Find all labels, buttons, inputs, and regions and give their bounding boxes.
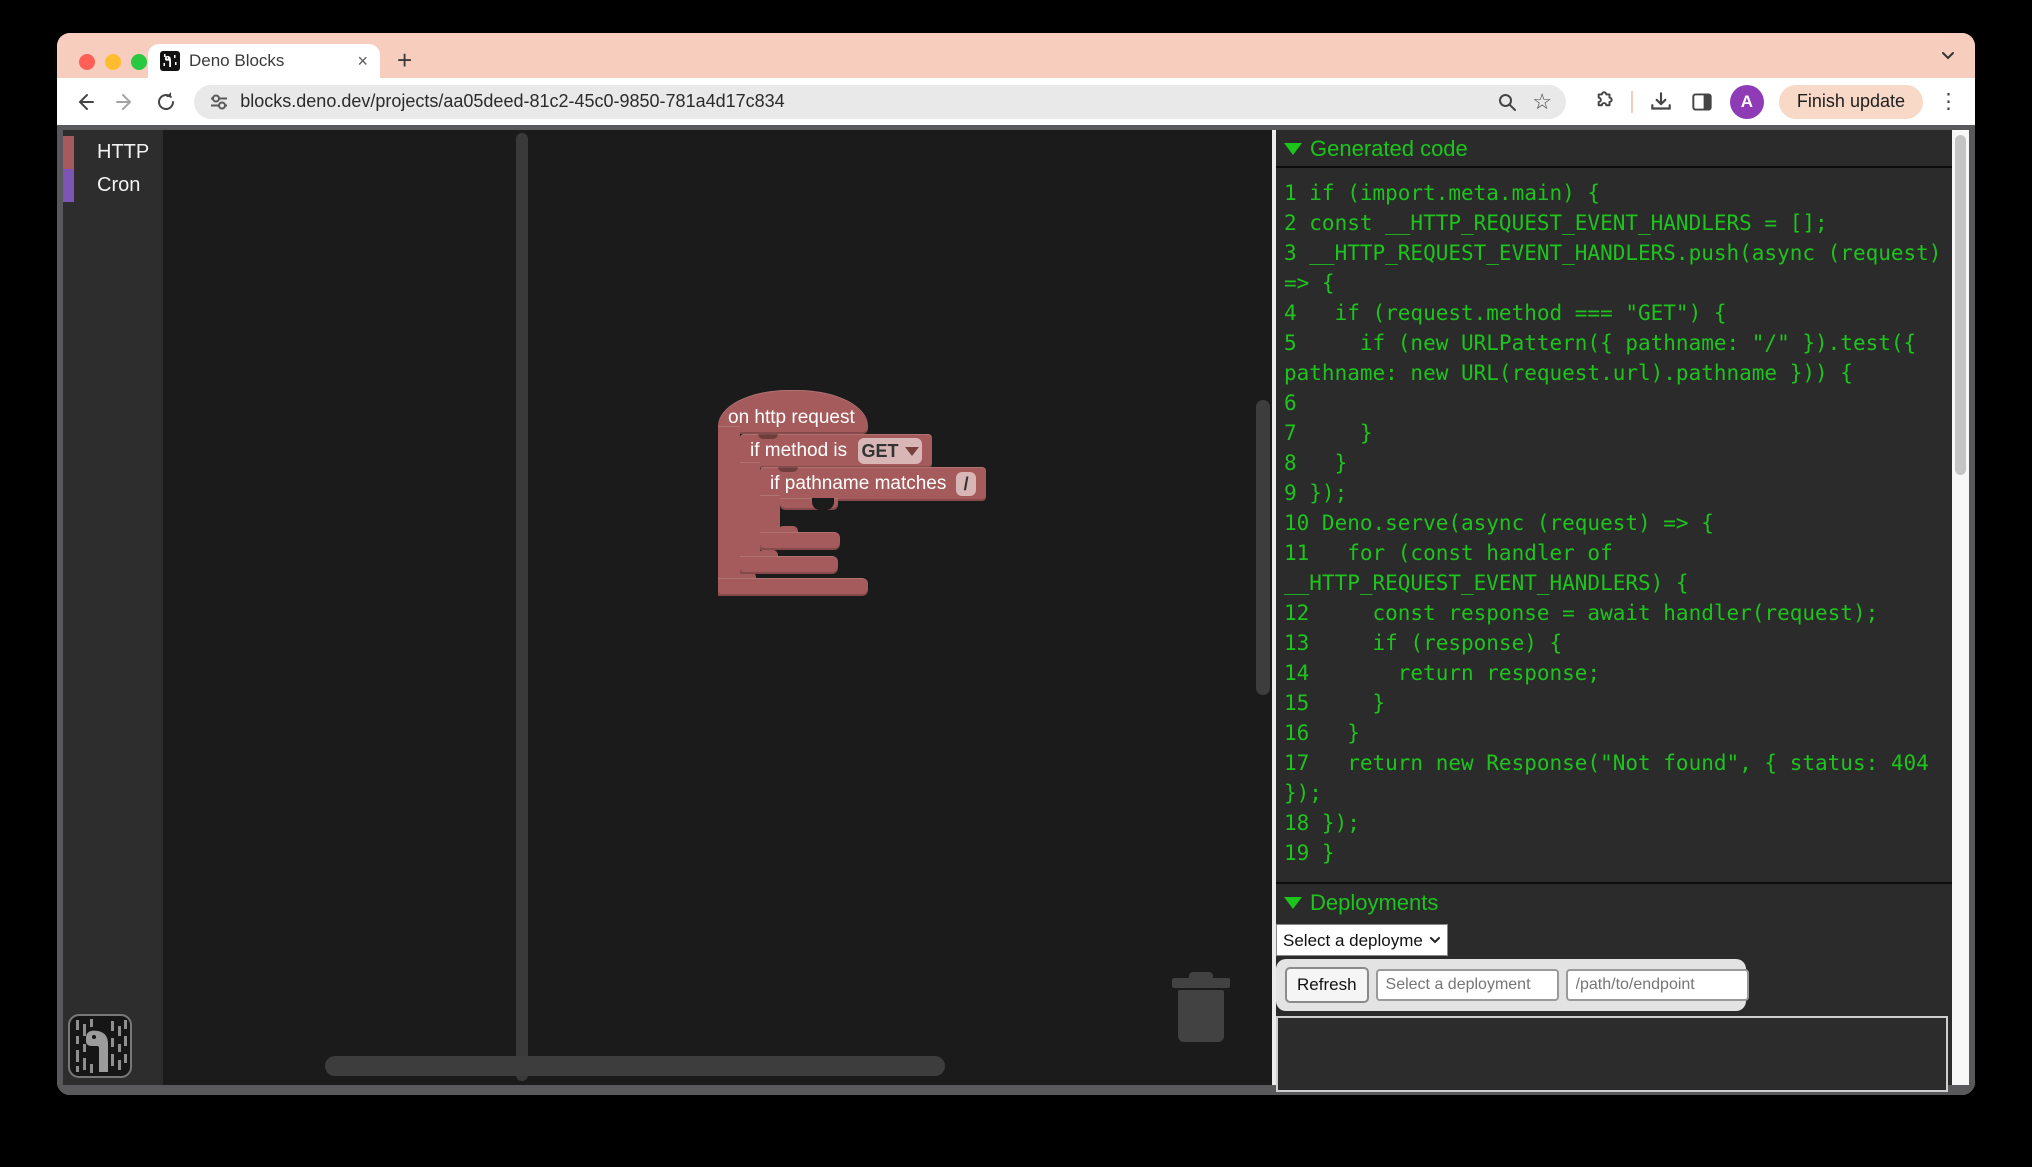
url-text[interactable]: blocks.deno.dev/projects/aa05deed-81c2-4… (240, 91, 1486, 112)
block-on-http-request-label: on http request (728, 407, 855, 429)
block-if-method-label: if method is (750, 440, 847, 462)
deployment-preview-frame (1276, 1016, 1948, 1092)
tab-close-icon[interactable]: × (357, 52, 368, 70)
block-if-pathname-label: if pathname matches (770, 473, 946, 495)
deployment-controls: Refresh (1276, 959, 1746, 1011)
titlebar: Deno Blocks × + (57, 33, 1975, 78)
tab-title: Deno Blocks (189, 51, 348, 71)
cron-category-label: Cron (97, 174, 140, 197)
blockly-workspace[interactable]: on http request if method is GET (163, 130, 1272, 1085)
deployments-title: Deployments (1310, 890, 1438, 916)
blockly-toolbox: HTTP Cron (63, 130, 163, 1085)
deployment-select-wrap: Select a deployment (1276, 924, 1448, 956)
block-if-method-arm[interactable] (740, 556, 838, 574)
http-category-swatch (63, 136, 74, 169)
code-header-divider (1276, 166, 1952, 168)
collapse-triangle-icon (1284, 143, 1302, 155)
browser-window: Deno Blocks × + (57, 33, 1975, 1095)
dropdown-arrow-icon (905, 447, 919, 456)
generated-code-title: Generated code (1310, 136, 1468, 162)
zoom-window-button[interactable] (131, 54, 147, 70)
endpoint-path-input[interactable] (1566, 969, 1749, 1001)
zoom-search-icon[interactable] (1496, 91, 1518, 113)
workspace-horizontal-scrollbar[interactable] (325, 1056, 945, 1076)
new-tab-button[interactable]: + (397, 45, 412, 75)
cron-category-swatch (63, 169, 74, 202)
url-bar[interactable]: blocks.deno.dev/projects/aa05deed-81c2-4… (194, 85, 1566, 119)
panel-scrollbar-thumb[interactable] (1955, 135, 1966, 475)
refresh-button[interactable]: Refresh (1285, 967, 1369, 1003)
block-statement-notch (812, 498, 834, 510)
finish-update-button[interactable]: Finish update (1779, 85, 1923, 119)
workspace-vertical-scrollbar[interactable] (1256, 400, 1270, 695)
titlebar-chevron-down-icon[interactable] (1939, 46, 1957, 64)
panel-scrollbar-track[interactable] (1952, 130, 1969, 1085)
favicon-deno-icon (160, 51, 180, 71)
deployments-header[interactable]: Deployments (1276, 884, 1952, 920)
block-if-pathname-arm[interactable] (760, 532, 840, 550)
generated-code: 1 if (import.meta.main) { 2 const __HTTP… (1284, 178, 1952, 868)
site-settings-tune-icon[interactable] (208, 91, 230, 113)
toolbar-actions: A Finish update ⋮ (1590, 85, 1959, 119)
block-on-http-request[interactable]: on http request (718, 390, 868, 434)
screen: Deno Blocks × + (0, 0, 2032, 1167)
deno-logo[interactable] (68, 1014, 132, 1078)
minimize-window-button[interactable] (105, 54, 121, 70)
extensions-puzzle-icon[interactable] (1590, 89, 1616, 115)
browser-menu-kebab-icon[interactable]: ⋮ (1938, 89, 1959, 114)
downloads-icon[interactable] (1648, 89, 1674, 115)
page-frame: HTTP Cron on http request (57, 125, 1975, 1095)
browser-toolbar: blocks.deno.dev/projects/aa05deed-81c2-4… (57, 78, 1975, 125)
right-panel: Generated code 1 if (import.meta.main) {… (1276, 130, 1952, 1085)
tab-deno-blocks[interactable]: Deno Blocks × (148, 44, 380, 78)
deployment-input[interactable] (1376, 969, 1559, 1001)
deployment-select[interactable]: Select a deployment (1276, 924, 1448, 956)
close-window-button[interactable] (79, 54, 95, 70)
collapse-triangle-icon (1284, 897, 1302, 909)
block-if-pathname[interactable]: if pathname matches / (760, 467, 986, 501)
toolbar-separator (1631, 91, 1633, 113)
reload-icon[interactable] (154, 90, 180, 114)
side-panel-icon[interactable] (1689, 89, 1715, 115)
bookmark-star-icon[interactable]: ☆ (1532, 91, 1552, 113)
generated-code-header[interactable]: Generated code (1276, 130, 1952, 166)
block-if-method[interactable]: if method is GET (740, 434, 932, 468)
method-dropdown[interactable]: GET (858, 438, 922, 464)
toolbox-category-cron[interactable]: Cron (63, 169, 163, 202)
method-dropdown-value: GET (861, 441, 898, 462)
deno-blocks-app: HTTP Cron on http request (63, 130, 1969, 1085)
trash-icon[interactable] (1172, 972, 1230, 1044)
toolbox-category-http[interactable]: HTTP (63, 136, 163, 169)
flyout-scrollbar[interactable] (516, 133, 528, 1081)
block-on-http-request-spine[interactable] (718, 426, 740, 596)
back-icon[interactable] (73, 90, 99, 114)
profile-avatar[interactable]: A (1730, 85, 1764, 119)
http-category-label: HTTP (97, 141, 149, 164)
pathname-field[interactable]: / (956, 472, 976, 496)
block-on-http-request-arm[interactable] (718, 578, 868, 596)
forward-icon[interactable] (113, 90, 139, 114)
